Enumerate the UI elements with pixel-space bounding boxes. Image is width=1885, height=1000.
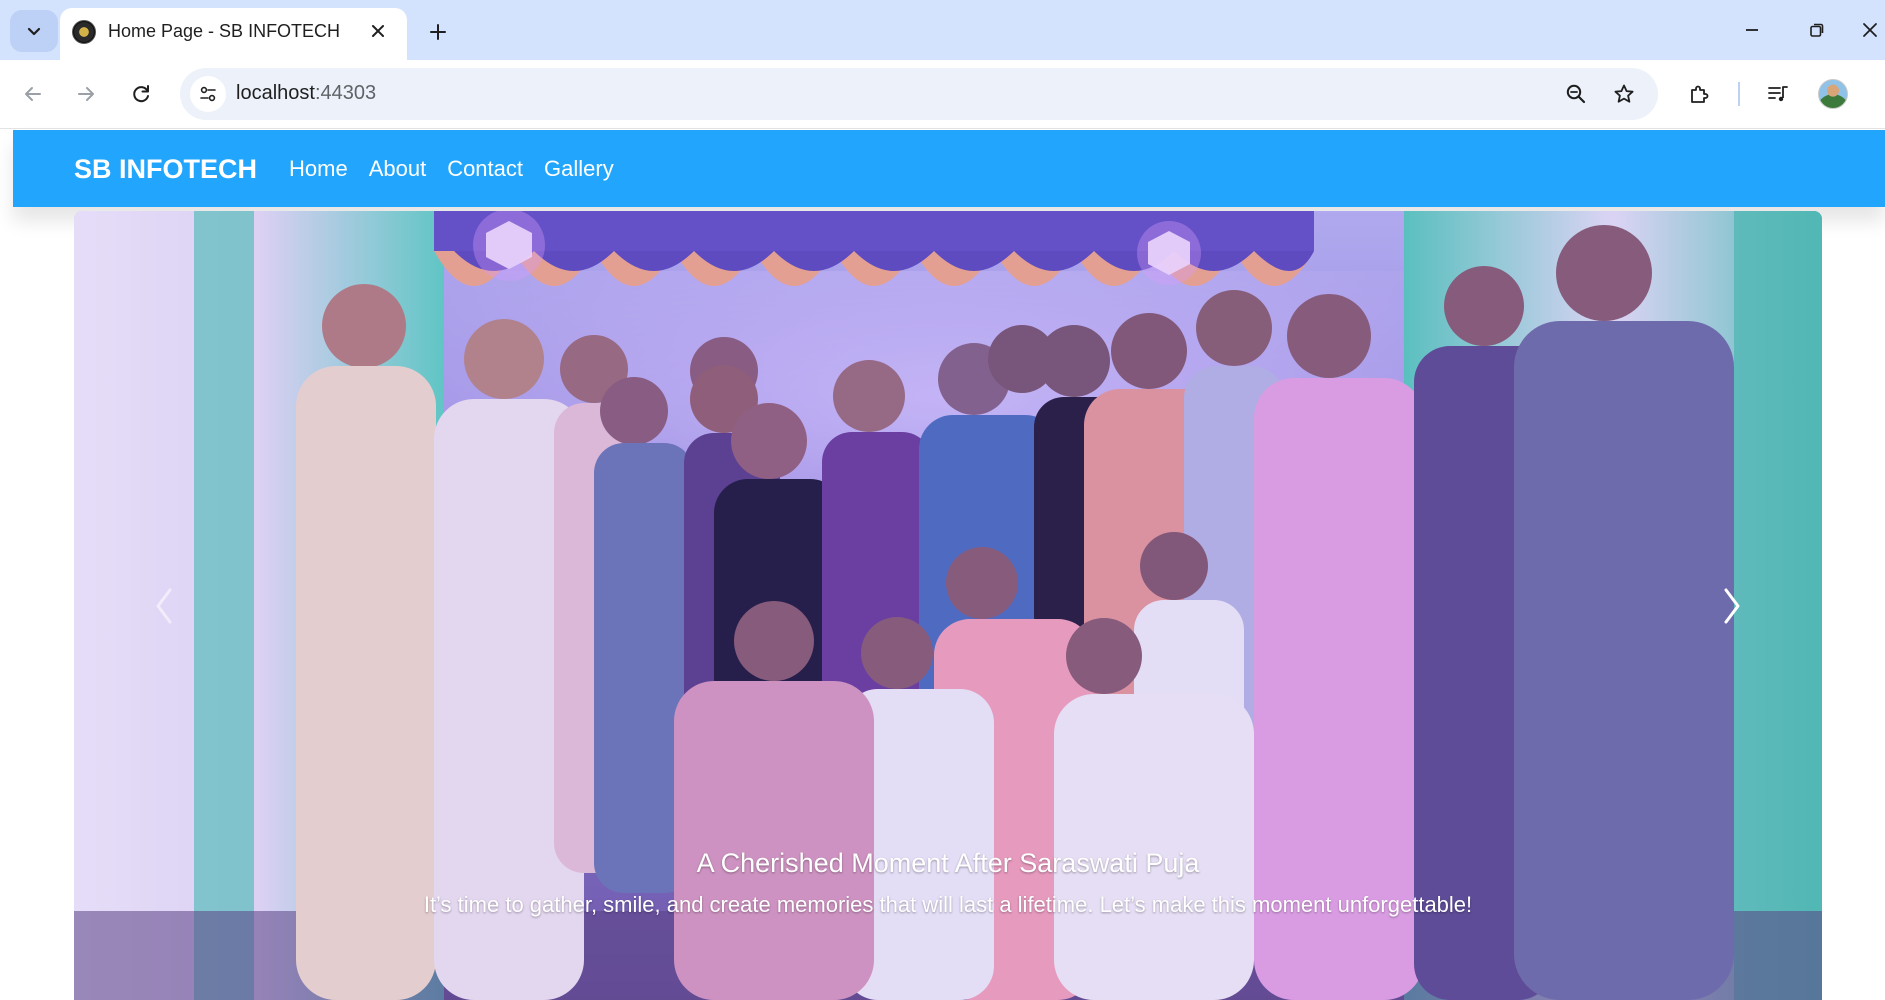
star-icon (1614, 84, 1634, 103)
close-icon (1863, 23, 1877, 37)
carousel-prev-button[interactable] (74, 211, 254, 1000)
back-button[interactable] (13, 74, 53, 114)
minimize-icon (1746, 29, 1758, 31)
image-carousel: A Cherished Moment After Saraswati Puja … (74, 211, 1822, 1000)
site-info-button[interactable] (190, 76, 226, 112)
url-port: :44303 (314, 82, 377, 104)
tab-close-button[interactable] (363, 16, 393, 46)
zoom-out-icon (1566, 84, 1586, 104)
nav-link-about[interactable]: About (369, 156, 427, 182)
group-photo (74, 211, 1822, 1000)
nav-links: Home About Contact Gallery (289, 156, 614, 182)
nav-link-gallery[interactable]: Gallery (544, 156, 614, 182)
new-tab-button[interactable] (420, 14, 456, 50)
zoom-button[interactable] (1560, 78, 1592, 110)
arrow-left-icon (25, 87, 41, 101)
forward-button[interactable] (66, 74, 106, 114)
carousel-caption-title: A Cherished Moment After Saraswati Puja (696, 848, 1200, 878)
brand-logo-text[interactable]: SB INFOTECH (74, 154, 257, 185)
plus-icon (430, 24, 446, 40)
chevron-left-icon (156, 588, 172, 623)
browser-toolbar: localhost:44303 (0, 60, 1885, 129)
carousel-next-button[interactable] (1642, 211, 1822, 1000)
reload-icon (133, 85, 149, 103)
bookmark-button[interactable] (1608, 78, 1640, 110)
close-window-button[interactable] (1862, 12, 1885, 48)
puzzle-icon (1691, 85, 1709, 103)
address-bar[interactable]: localhost:44303 (180, 68, 1658, 120)
chevron-right-icon (1724, 588, 1740, 623)
nav-link-home[interactable]: Home (289, 156, 348, 182)
arrow-right-icon (78, 87, 94, 101)
carousel-caption-text: It’s time to gather, smile, and create m… (423, 892, 1473, 917)
extensions-button[interactable] (1681, 76, 1717, 112)
minimize-button[interactable] (1730, 12, 1774, 48)
tune-icon (200, 86, 216, 102)
profile-avatar[interactable] (1818, 79, 1848, 109)
tab-search-button[interactable] (10, 10, 58, 52)
queue-music-icon (1768, 86, 1788, 102)
url-text[interactable]: localhost:44303 (236, 82, 376, 105)
browser-tab-active[interactable]: Home Page - SB INFOTECH (60, 8, 407, 60)
close-icon (372, 25, 384, 37)
chevron-down-icon (27, 27, 41, 36)
favicon-icon (72, 20, 96, 44)
restore-button[interactable] (1795, 12, 1839, 48)
url-host: localhost (236, 82, 315, 104)
tab-title: Home Page - SB INFOTECH (108, 21, 341, 41)
media-controls-button[interactable] (1760, 76, 1796, 112)
restore-icon (1810, 23, 1824, 37)
page-content: SB INFOTECH Home About Contact Gallery A… (0, 130, 1885, 1000)
browser-tabstrip: Home Page - SB INFOTECH (0, 0, 1885, 60)
nav-link-contact[interactable]: Contact (447, 156, 523, 182)
toolbar-separator (1738, 82, 1740, 106)
site-navbar: SB INFOTECH Home About Contact Gallery (13, 130, 1885, 207)
reload-button[interactable] (121, 74, 161, 114)
